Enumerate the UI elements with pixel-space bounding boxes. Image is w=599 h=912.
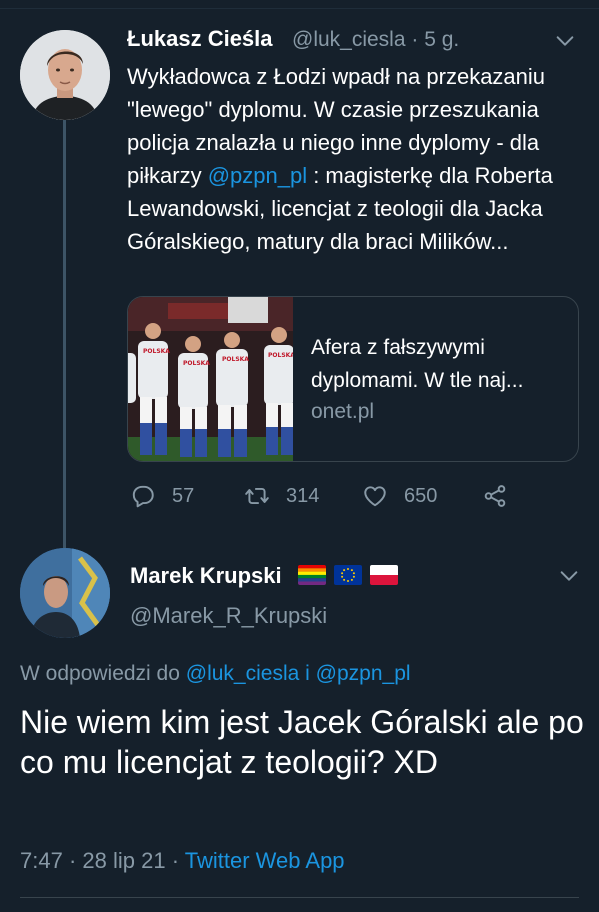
card-domain: onet.pl <box>311 400 375 423</box>
tweet-time[interactable]: 7:47 <box>20 848 63 873</box>
tweet-timestamp: 7:47 · 28 lip 21 · Twitter Web App <box>20 848 345 874</box>
thread-line <box>63 120 66 548</box>
author-handle[interactable]: @Marek_R_Krupski <box>130 603 327 629</box>
avatar-image <box>20 548 110 638</box>
chevron-down-icon[interactable] <box>558 565 580 587</box>
reply-prefix: W odpowiedzi do <box>20 662 180 685</box>
reply-icon <box>132 485 154 508</box>
retweet-button[interactable]: 314 <box>244 480 319 512</box>
tweet-meta: @luk_ciesla · 5 g. <box>292 28 459 52</box>
reply-mention[interactable]: @luk_ciesla <box>186 662 300 685</box>
reply-mention[interactable]: @pzpn_pl <box>316 662 411 685</box>
avatar-image <box>20 30 110 120</box>
top-divider <box>0 8 599 9</box>
reply-count: 57 <box>172 484 195 507</box>
eu-flag-icon <box>334 565 362 585</box>
like-count: 650 <box>404 484 438 507</box>
divider <box>20 897 579 898</box>
share-icon <box>484 485 506 507</box>
football-team-photo: POLSKA POLSKA POLSKA POLSKA <box>128 297 295 461</box>
tweet-text: Wykładowca z Łodzi wpadł na przekazaniu … <box>127 60 579 258</box>
avatar[interactable] <box>20 548 110 638</box>
retweet-count: 314 <box>286 484 320 507</box>
card-image: POLSKA POLSKA POLSKA POLSKA <box>128 297 295 461</box>
like-button[interactable]: 650 <box>362 480 437 512</box>
tweet-source[interactable]: Twitter Web App <box>185 848 345 873</box>
meta-separator: · <box>411 28 419 51</box>
share-button[interactable] <box>482 480 524 512</box>
meta-separator: · <box>171 848 180 873</box>
card-title: Afera z fałszywymi dyplomami. W tle naj.… <box>311 336 524 392</box>
link-card[interactable]: POLSKA POLSKA POLSKA POLSKA Afera z fałs… <box>127 296 579 462</box>
jersey-text: POLSKA <box>268 352 293 359</box>
chevron-down-icon[interactable] <box>554 30 576 52</box>
reply-button[interactable]: 57 <box>130 480 194 512</box>
poland-flag-icon <box>370 565 398 585</box>
author-handle[interactable]: @luk_ciesla <box>292 28 406 51</box>
avatar[interactable] <box>20 30 110 120</box>
meta-separator: · <box>68 848 77 873</box>
jersey-text: POLSKA <box>222 356 249 363</box>
rainbow-flag-icon <box>298 565 326 585</box>
tweet-text: Nie wiem kim jest Jacek Góralski ale po … <box>20 704 584 780</box>
author-name[interactable]: Marek Krupski <box>130 563 282 589</box>
flag-emojis <box>298 563 398 587</box>
reply-and: i <box>305 662 310 685</box>
reply-context: W odpowiedzi do @luk_ciesla i @pzpn_pl <box>20 662 411 686</box>
tweet-date[interactable]: 28 lip 21 <box>82 848 165 873</box>
retweet-icon <box>245 487 269 505</box>
jersey-text: POLSKA <box>183 360 210 367</box>
author-name[interactable]: Łukasz Cieśla <box>127 26 273 52</box>
like-icon <box>364 486 386 507</box>
mention-link[interactable]: @pzpn_pl <box>208 163 307 188</box>
jersey-text: POLSKA <box>143 348 170 355</box>
tweet-age[interactable]: 5 g. <box>424 28 459 51</box>
